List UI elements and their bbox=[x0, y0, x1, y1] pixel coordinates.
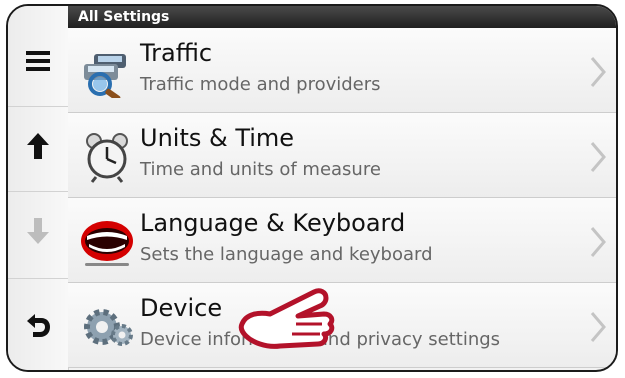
list-item-title: Units & Time bbox=[140, 124, 295, 152]
chevron-right-icon bbox=[590, 227, 606, 257]
left-rail bbox=[8, 6, 69, 370]
list-item-subtitle: Sets the language and keyboard bbox=[140, 244, 433, 265]
chevron-right-icon bbox=[590, 312, 606, 342]
back-button[interactable] bbox=[8, 291, 68, 361]
menu-button[interactable] bbox=[8, 26, 68, 96]
list-item-title: Language & Keyboard bbox=[140, 209, 406, 237]
settings-list: Traffic Traffic mode and providers Units… bbox=[68, 28, 616, 370]
list-item-subtitle: Traffic mode and providers bbox=[140, 74, 381, 95]
back-icon bbox=[27, 314, 50, 337]
scroll-up-button[interactable] bbox=[8, 111, 68, 181]
traffic-icon bbox=[84, 54, 126, 98]
alarm-clock-icon bbox=[86, 133, 128, 183]
rail-divider bbox=[8, 191, 68, 192]
chevron-right-icon bbox=[590, 57, 606, 87]
list-item-traffic[interactable]: Traffic Traffic mode and providers bbox=[68, 28, 616, 113]
gears-icon bbox=[84, 309, 133, 346]
rail-divider bbox=[8, 278, 68, 279]
page-title: All Settings bbox=[68, 6, 616, 28]
pointing-hand-icon bbox=[238, 288, 335, 349]
arrow-up-icon bbox=[27, 133, 49, 159]
scroll-down-button[interactable] bbox=[8, 196, 68, 266]
list-item-title: Device bbox=[140, 294, 223, 322]
list-item-units-time[interactable]: Units & Time Time and units of measure bbox=[68, 113, 616, 198]
chevron-right-icon bbox=[590, 142, 606, 172]
list-item-language-keyboard[interactable]: Language & Keyboard Sets the language an… bbox=[68, 198, 616, 283]
list-item-device[interactable]: Device Device information and privacy se… bbox=[68, 283, 616, 368]
list-item-subtitle: Time and units of measure bbox=[140, 159, 381, 180]
menu-icon bbox=[26, 51, 50, 71]
mouth-icon bbox=[81, 221, 133, 266]
list-item-title: Traffic bbox=[140, 39, 213, 67]
arrow-down-icon bbox=[27, 218, 49, 244]
rail-divider bbox=[8, 106, 68, 107]
